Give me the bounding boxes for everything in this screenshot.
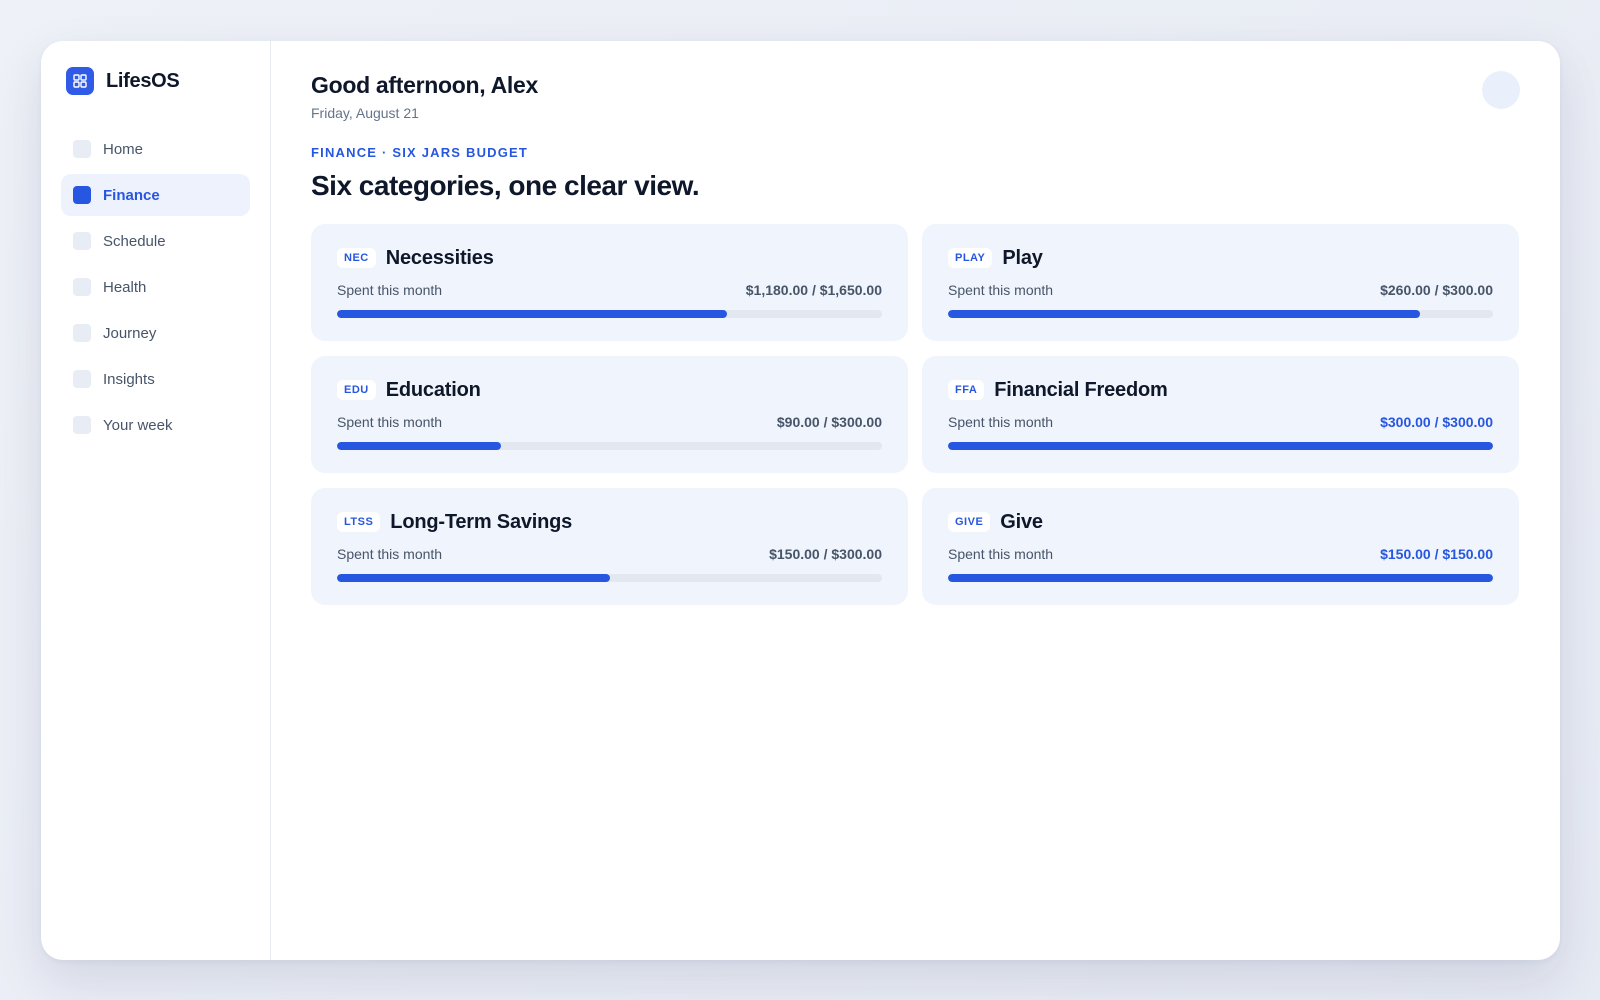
jar-amount: $260.00 / $300.00 bbox=[1380, 282, 1493, 298]
sidebar-item-label: Finance bbox=[103, 186, 160, 204]
jar-card-play[interactable]: PLAY Play Spent this month $260.00 / $30… bbox=[922, 224, 1519, 341]
jar-amount: $150.00 / $300.00 bbox=[769, 546, 882, 562]
jar-card-financial-freedom[interactable]: FFA Financial Freedom Spent this month $… bbox=[922, 356, 1519, 473]
jar-name: Financial Freedom bbox=[994, 378, 1168, 401]
jar-tag: LTSS bbox=[337, 512, 381, 532]
spent-label: Spent this month bbox=[337, 414, 443, 430]
brand-name: LifesOS bbox=[106, 69, 180, 92]
progress-bar bbox=[337, 442, 882, 450]
jar-amount: $1,180.00 / $1,650.00 bbox=[745, 282, 882, 298]
home-icon bbox=[73, 140, 91, 158]
sidebar-item-health[interactable]: Health bbox=[61, 266, 250, 308]
sidebar-item-insights[interactable]: Insights bbox=[61, 358, 250, 400]
jar-name: Necessities bbox=[385, 246, 494, 269]
sidebar-item-finance[interactable]: Finance bbox=[61, 174, 250, 216]
spent-label: Spent this month bbox=[948, 546, 1054, 562]
sidebar-item-home[interactable]: Home bbox=[61, 128, 250, 170]
spent-label: Spent this month bbox=[337, 282, 443, 298]
progress-fill bbox=[948, 574, 1493, 582]
progress-fill bbox=[948, 442, 1493, 450]
jar-tag: GIVE bbox=[948, 512, 991, 532]
current-date: Friday, August 21 bbox=[311, 105, 419, 121]
jar-amount: $90.00 / $300.00 bbox=[776, 414, 882, 430]
sidebar-item-journey[interactable]: Journey bbox=[61, 312, 250, 354]
spent-label: Spent this month bbox=[948, 414, 1054, 430]
jar-card-long-term-savings[interactable]: LTSS Long-Term Savings Spent this month … bbox=[311, 488, 908, 605]
progress-bar bbox=[337, 310, 882, 318]
jar-name: Education bbox=[385, 378, 481, 401]
brand[interactable]: LifesOS bbox=[61, 66, 250, 96]
jar-name: Play bbox=[1002, 246, 1043, 269]
sidebar-item-label: Home bbox=[103, 140, 144, 158]
sidebar: LifesOS Home Finance Schedule Health Jou… bbox=[41, 41, 271, 960]
progress-fill bbox=[337, 442, 501, 450]
progress-bar bbox=[948, 442, 1493, 450]
sidebar-item-label: Schedule bbox=[103, 232, 166, 250]
journey-icon bbox=[73, 324, 91, 342]
grid-icon bbox=[66, 67, 94, 95]
progress-bar bbox=[948, 574, 1493, 582]
progress-bar bbox=[337, 574, 882, 582]
jar-name: Long-Term Savings bbox=[390, 510, 573, 533]
jar-card-necessities[interactable]: NEC Necessities Spent this month $1,180.… bbox=[311, 224, 908, 341]
spent-label: Spent this month bbox=[948, 282, 1054, 298]
section-title: Six categories, one clear view. bbox=[311, 170, 700, 201]
schedule-icon bbox=[73, 232, 91, 250]
app-window: LifesOS Home Finance Schedule Health Jou… bbox=[41, 41, 1560, 960]
insights-icon bbox=[73, 370, 91, 388]
jar-card-education[interactable]: EDU Education Spent this month $90.00 / … bbox=[311, 356, 908, 473]
jar-tag: NEC bbox=[337, 248, 376, 268]
sidebar-item-label: Your week bbox=[103, 416, 173, 434]
sidebar-item-label: Insights bbox=[103, 370, 155, 388]
health-icon bbox=[73, 278, 91, 296]
sidebar-nav: Home Finance Schedule Health Journey Ins… bbox=[61, 128, 250, 446]
avatar[interactable] bbox=[1482, 71, 1520, 109]
sidebar-item-schedule[interactable]: Schedule bbox=[61, 220, 250, 262]
sidebar-item-label: Journey bbox=[103, 324, 157, 342]
week-icon bbox=[73, 416, 91, 434]
spent-label: Spent this month bbox=[337, 546, 443, 562]
progress-fill bbox=[337, 310, 727, 318]
sidebar-item-label: Health bbox=[103, 278, 147, 296]
greeting: Good afternoon, Alex bbox=[311, 72, 538, 98]
section-eyebrow: FINANCE · SIX JARS BUDGET bbox=[311, 145, 529, 160]
jar-tag: EDU bbox=[337, 380, 376, 400]
jar-name: Give bbox=[1000, 510, 1043, 533]
finance-icon bbox=[73, 186, 91, 204]
progress-fill bbox=[948, 310, 1421, 318]
jar-tag: FFA bbox=[948, 380, 985, 400]
jar-card-give[interactable]: GIVE Give Spent this month $150.00 / $15… bbox=[922, 488, 1519, 605]
main-content: Good afternoon, Alex Friday, August 21 F… bbox=[271, 41, 1560, 960]
jar-amount: $300.00 / $300.00 bbox=[1380, 414, 1493, 430]
sidebar-item-your-week[interactable]: Your week bbox=[61, 404, 250, 446]
jars-grid: NEC Necessities Spent this month $1,180.… bbox=[311, 224, 1520, 605]
jar-amount: $150.00 / $150.00 bbox=[1380, 546, 1493, 562]
progress-bar bbox=[948, 310, 1493, 318]
progress-fill bbox=[337, 574, 610, 582]
jar-tag: PLAY bbox=[948, 248, 993, 268]
